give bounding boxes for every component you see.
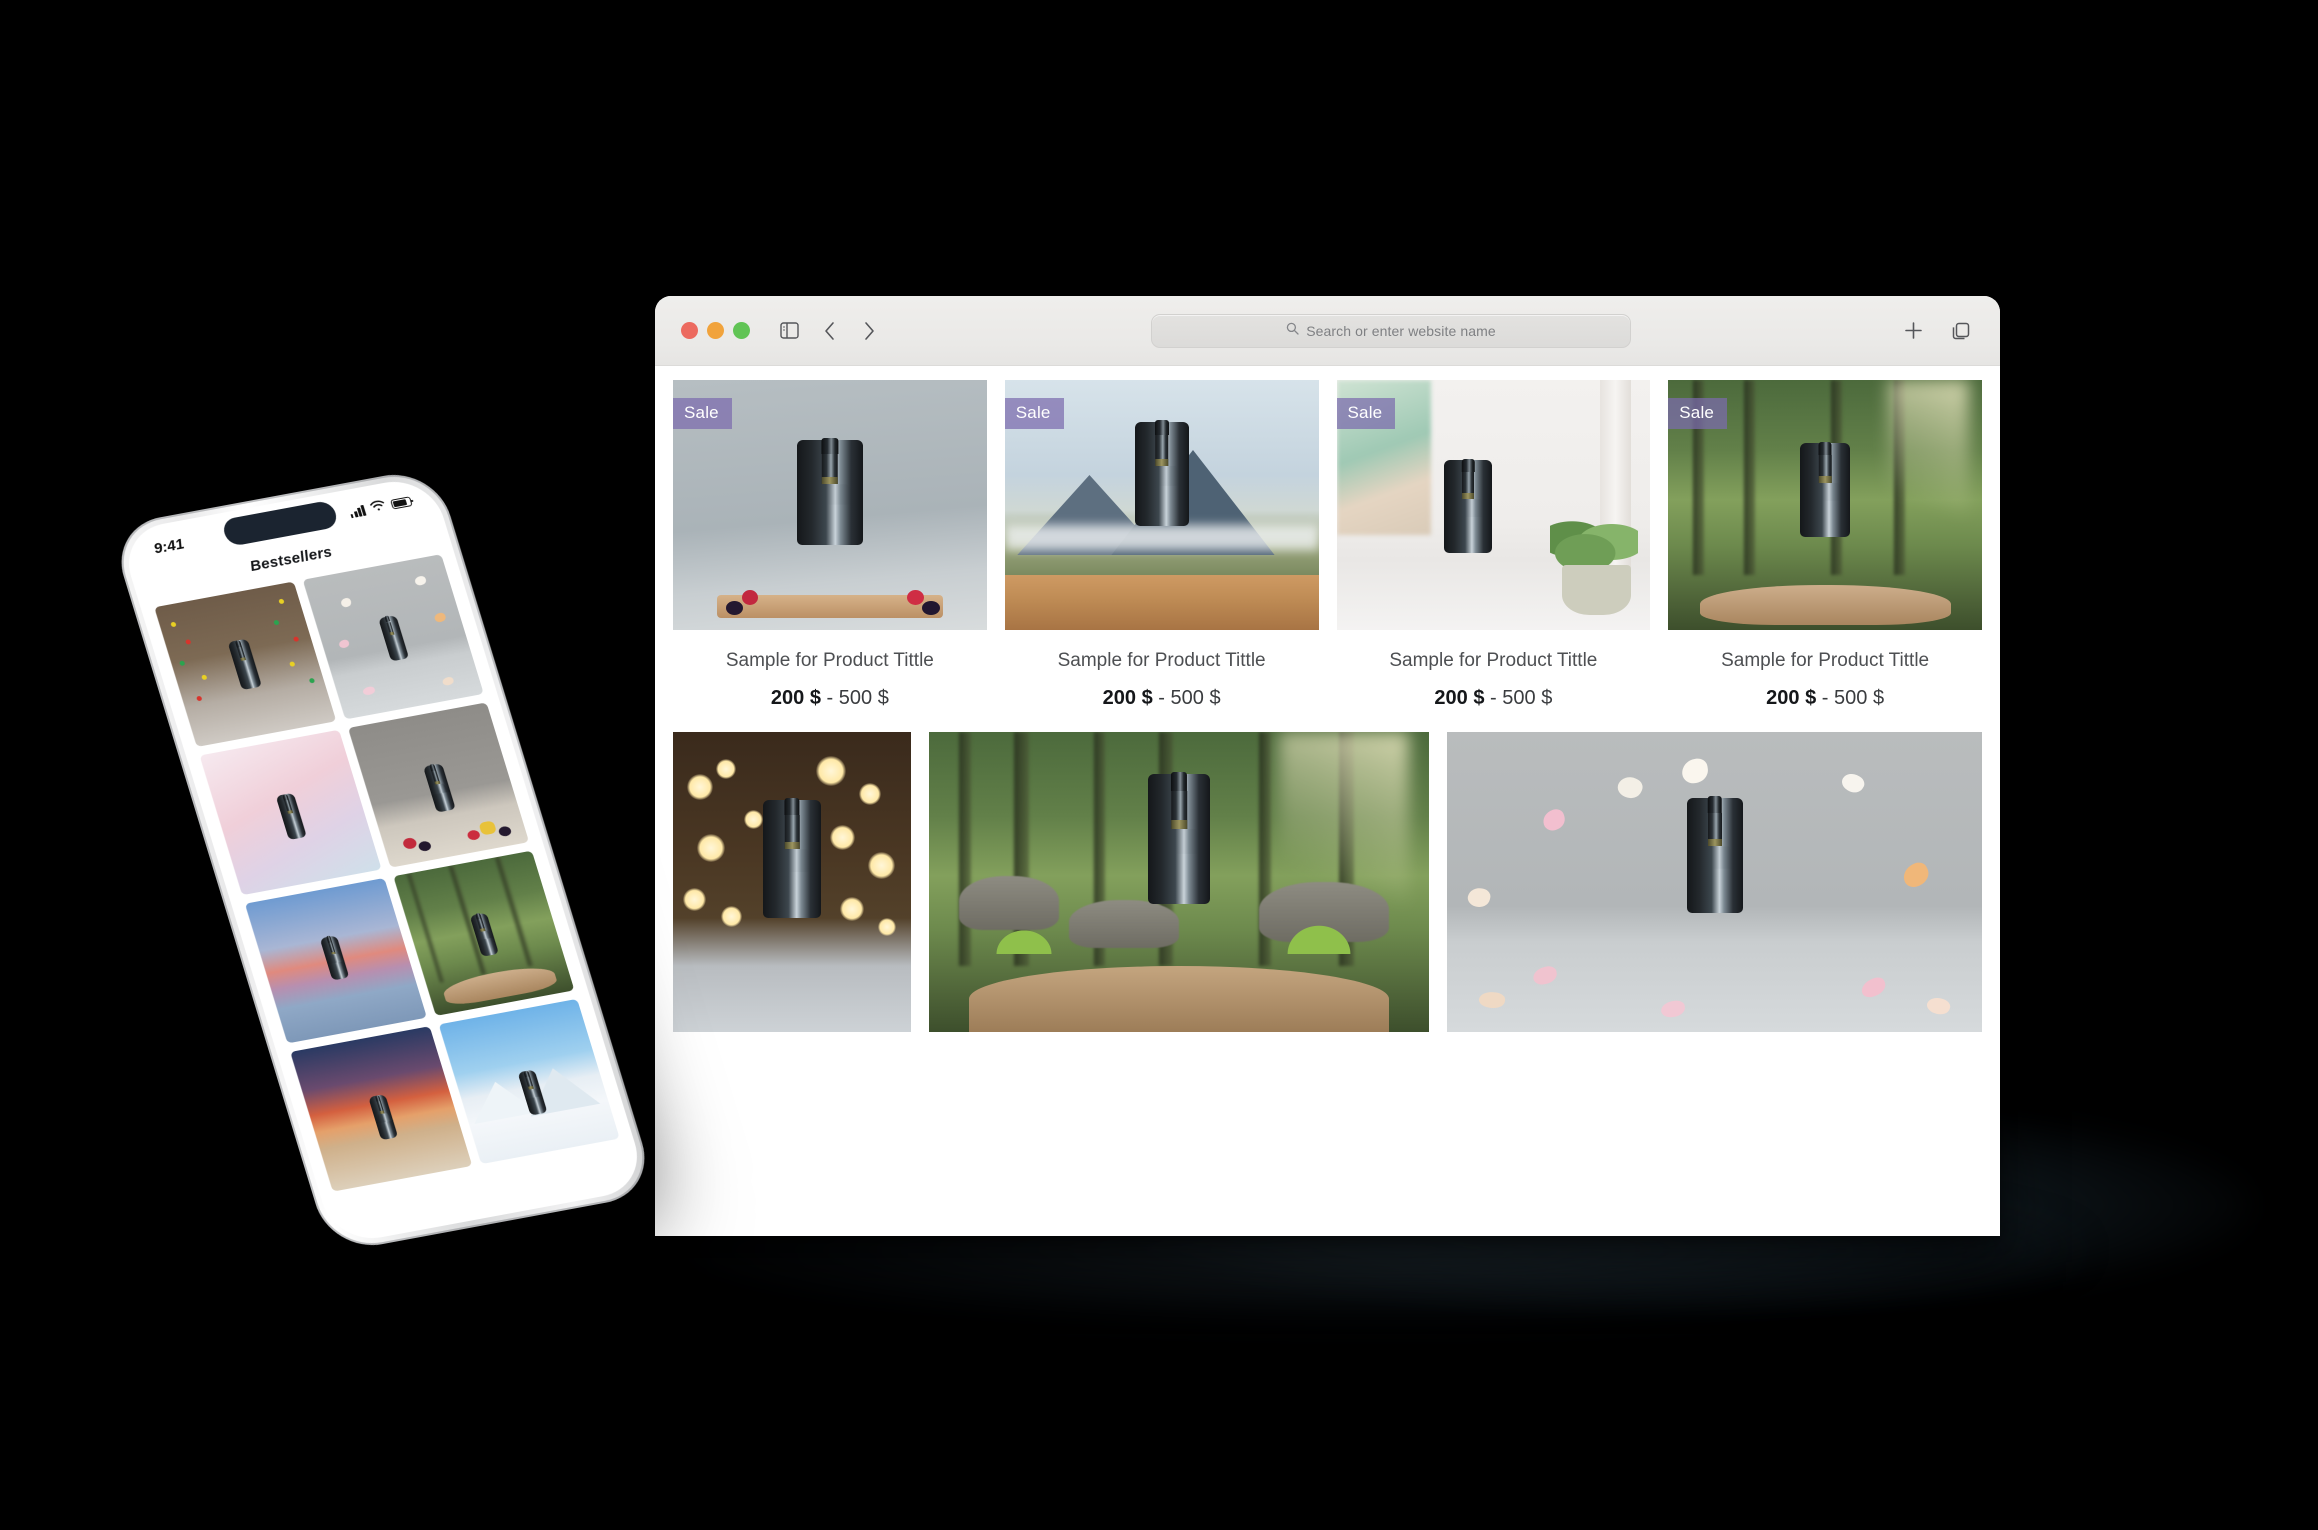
product-price: 200 $ - 500 $ (673, 687, 987, 710)
sun-ray (1887, 380, 1970, 555)
browser-toolbar: Search or enter website name (655, 296, 2000, 366)
product-price: 200 $ - 500 $ (1337, 687, 1651, 710)
scene-forest-rock (392, 850, 575, 1017)
scene-snow-mountains (438, 998, 620, 1165)
sale-badge: Sale (1004, 398, 1064, 429)
bottle (1134, 420, 1189, 590)
wifi-icon (368, 497, 388, 517)
phone-product-grid (137, 538, 632, 1194)
product-image[interactable]: Sale (1004, 380, 1319, 630)
bottle (227, 639, 271, 719)
battery-icon (390, 496, 413, 510)
scene-petals-grey (302, 554, 484, 720)
scene-falling-petals (1447, 732, 1982, 1032)
product-card[interactable]: Sale Sample for Product Tittle 200 $ - 5… (1004, 380, 1319, 710)
sale-badge: Sale (1336, 398, 1396, 429)
plant-pot (1562, 565, 1632, 615)
product-price: 200 $ - 500 $ (1668, 687, 1982, 710)
cellular-signal-icon (348, 504, 367, 518)
gallery-image[interactable] (929, 732, 1429, 1032)
phone-body: 9:41 Bestsellers (108, 466, 658, 1254)
scene-dusk-lake (244, 878, 427, 1044)
back-icon[interactable] (816, 318, 842, 344)
product-price: 200 $ - 500 $ (1005, 687, 1319, 710)
close-button[interactable] (681, 322, 698, 339)
page-content: Sale Sample for Product Tittle 200 $ - 5… (655, 366, 2000, 1236)
price-separator: - (1484, 687, 1503, 709)
search-icon (1286, 322, 1299, 340)
price-from: 200 $ (1434, 687, 1485, 709)
phone-grid-item[interactable] (244, 878, 427, 1044)
sidebar-icon[interactable] (776, 318, 802, 344)
price-from: 200 $ (770, 687, 821, 709)
price-to: 500 $ (1834, 687, 1885, 709)
phone-grid-item[interactable] (347, 702, 530, 868)
bottle (368, 1094, 407, 1166)
sale-badge: Sale (1668, 398, 1728, 429)
scene-fruit-table (347, 702, 530, 868)
forward-icon[interactable] (856, 318, 882, 344)
price-to: 500 $ (1502, 687, 1553, 709)
phone-grid-item[interactable] (290, 1026, 472, 1192)
product-image[interactable]: Sale (1668, 380, 1982, 630)
berry (742, 590, 759, 605)
scene-golden-bokeh (673, 732, 911, 1032)
price-separator: - (1152, 687, 1171, 709)
scene-forest-stone-wide (929, 732, 1429, 1032)
product-image[interactable]: Sale (1336, 380, 1651, 630)
bottle (1444, 458, 1493, 610)
plus-icon[interactable] (1900, 318, 1926, 344)
phone-grid-item[interactable] (302, 554, 484, 720)
product-card[interactable]: Sale Sample for Product Tittle 200 $ - 5… (1668, 380, 1982, 710)
phone-mockup: 9:41 Bestsellers (108, 466, 658, 1254)
browser-window: Search or enter website name Sale Sample… (655, 296, 2000, 1236)
price-from: 200 $ (1102, 687, 1153, 709)
minimize-button[interactable] (707, 322, 724, 339)
maximize-button[interactable] (733, 322, 750, 339)
price-from: 200 $ (1766, 687, 1817, 709)
bottle (1148, 771, 1210, 984)
address-bar-placeholder: Search or enter website name (1306, 322, 1496, 339)
bottle (763, 798, 821, 990)
bottle (422, 763, 465, 841)
bottle (796, 438, 863, 610)
phone-screen: 9:41 Bestsellers (117, 474, 649, 1246)
status-time: 9:41 (151, 535, 187, 557)
phone-grid-item[interactable] (438, 998, 620, 1165)
berry (921, 601, 940, 615)
product-title: Sample for Product Tittle (1721, 650, 1930, 671)
product-title: Sample for Product Tittle (1389, 650, 1598, 671)
price-to: 500 $ (1170, 687, 1221, 709)
product-card[interactable]: Sale Sample for Product Tittle 200 $ - 5… (673, 380, 987, 710)
scene-stage: Search or enter website name Sale Sample… (0, 0, 2318, 1530)
gallery-image[interactable] (673, 732, 911, 1032)
bottle (1800, 441, 1851, 595)
window-controls (681, 322, 750, 339)
product-title: Sample for Product Tittle (725, 650, 934, 671)
bottle (275, 793, 315, 867)
price-to: 500 $ (838, 687, 889, 709)
scene-desert-sunset (290, 1026, 472, 1192)
phone-grid-item[interactable] (199, 729, 382, 896)
berry (907, 590, 924, 605)
phone-grid-item[interactable] (392, 850, 575, 1017)
bottle (319, 935, 358, 1007)
product-grid: Sale Sample for Product Tittle 200 $ - 5… (655, 366, 2000, 710)
scene-christmas-lights (154, 581, 336, 747)
phone-grid-item[interactable] (154, 581, 336, 747)
gallery-grid (655, 710, 2000, 1040)
address-bar[interactable]: Search or enter website name (1151, 313, 1631, 348)
product-title: Sample for Product Tittle (1057, 650, 1266, 671)
price-separator: - (820, 687, 839, 709)
product-image[interactable]: Sale (673, 380, 987, 630)
sale-badge: Sale (673, 398, 732, 429)
product-card[interactable]: Sale Sample for Product Tittle 200 $ - 5… (1336, 380, 1651, 710)
price-separator: - (1816, 687, 1835, 709)
tab-overview-icon[interactable] (1948, 318, 1974, 344)
bottle (1686, 796, 1743, 984)
gallery-image[interactable] (1447, 732, 1982, 1032)
scene-pink-gradient (199, 729, 382, 896)
bottle (377, 614, 417, 689)
